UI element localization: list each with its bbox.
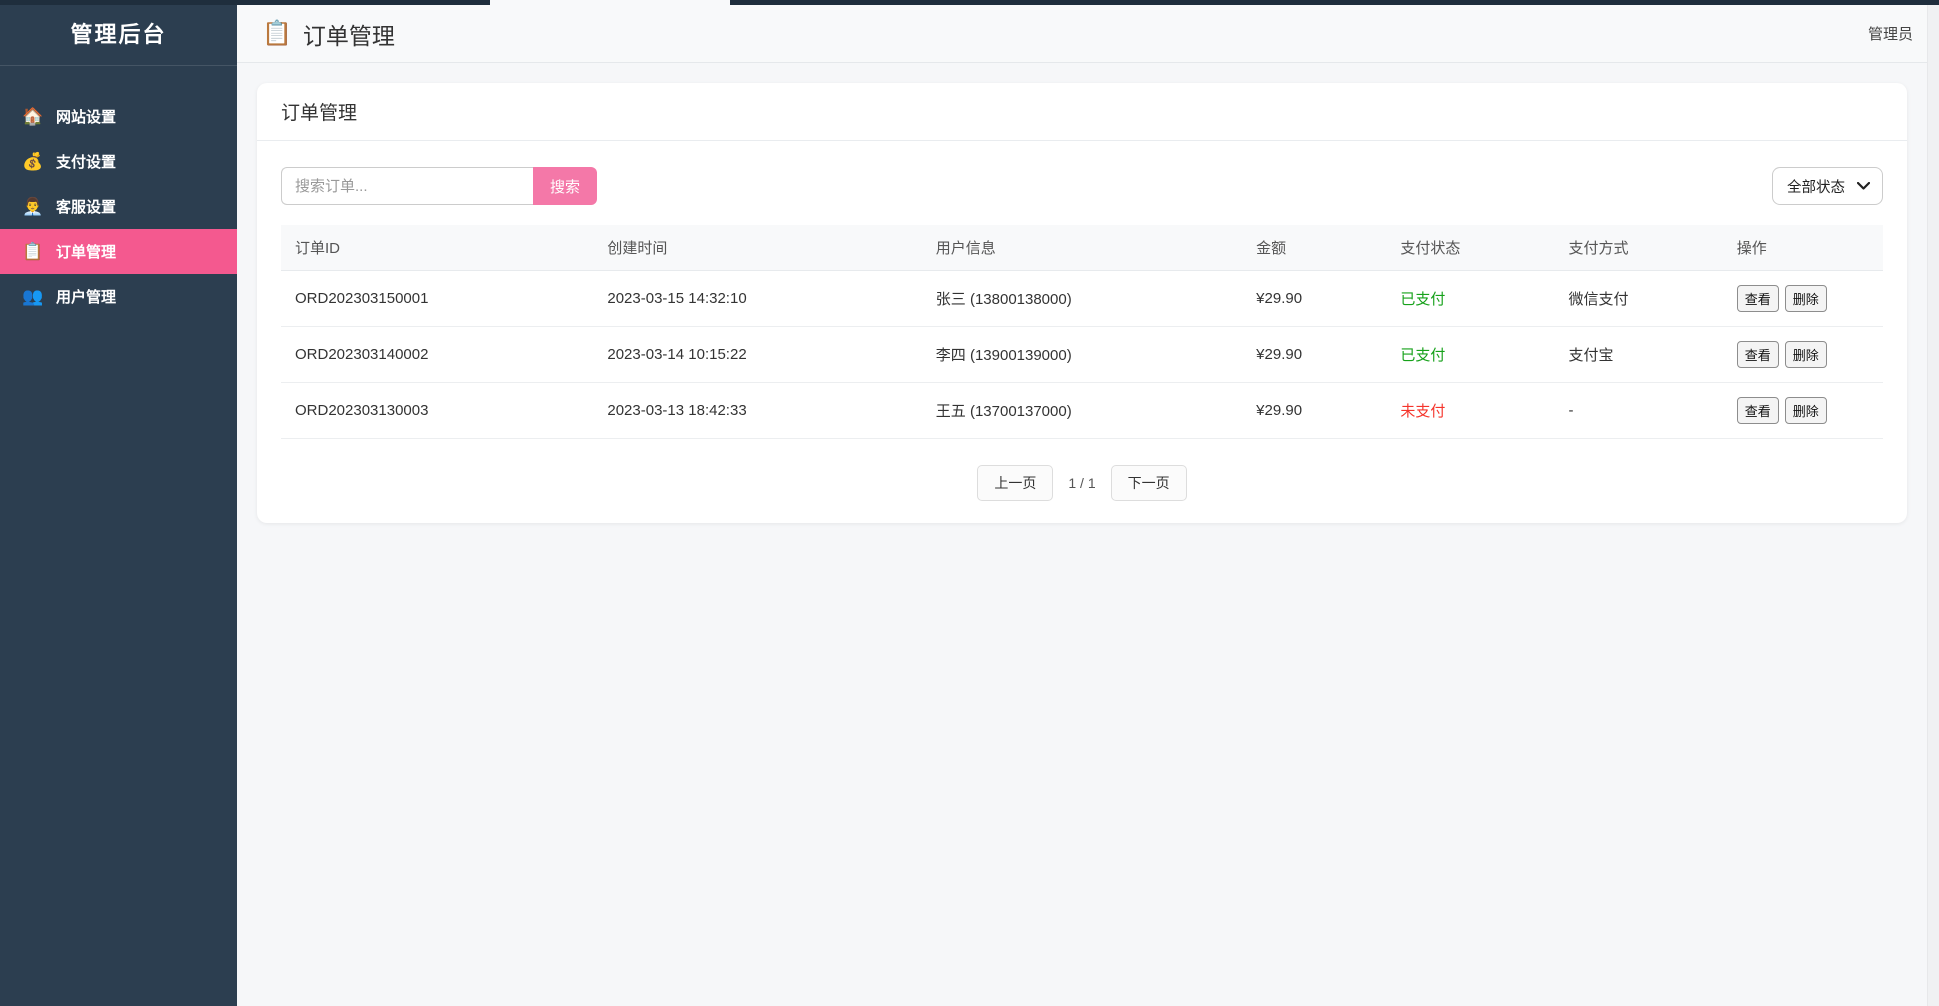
user-label[interactable]: 管理员	[1868, 23, 1913, 44]
order-id-cell: ORD202303140002	[281, 327, 593, 383]
scrollbar-track[interactable]	[1927, 5, 1939, 1006]
order-id-cell: ORD202303130003	[281, 383, 593, 439]
clipboard-icon: 📋	[22, 243, 43, 260]
view-button[interactable]: 查看	[1737, 341, 1779, 368]
column-header: 金额	[1242, 225, 1386, 271]
main-area: 📋 订单管理 管理员 订单管理 搜索 全部状态	[237, 5, 1927, 1006]
page-title-group: 📋 订单管理	[262, 17, 395, 51]
column-header: 支付方式	[1555, 225, 1723, 271]
payment-status-cell: 已支付	[1386, 271, 1554, 327]
home-icon: 🏠	[22, 108, 43, 125]
column-header: 操作	[1723, 225, 1883, 271]
created-time-cell: 2023-03-15 14:32:10	[593, 271, 921, 327]
page-title: 订单管理	[303, 17, 395, 51]
sidebar-item-label: 网站设置	[56, 106, 116, 127]
support-agent-icon: 👨‍💼	[22, 198, 43, 215]
sidebar-item-support[interactable]: 👨‍💼 客服设置	[0, 184, 237, 229]
topline-light-segment	[490, 0, 730, 5]
sidebar: 管理后台 🏠 网站设置 💰 支付设置 👨‍💼 客服设置 📋 订单管理 👥 用户管理	[0, 0, 237, 1006]
sidebar-item-label: 支付设置	[56, 151, 116, 172]
amount-cell: ¥29.90	[1242, 383, 1386, 439]
delete-button[interactable]: 删除	[1785, 285, 1827, 312]
next-page-button[interactable]: 下一页	[1111, 465, 1187, 501]
amount-cell: ¥29.90	[1242, 271, 1386, 327]
search-button[interactable]: 搜索	[533, 167, 597, 205]
user-info-cell: 李四 (13900139000)	[922, 327, 1242, 383]
money-bag-icon: 💰	[22, 153, 43, 170]
amount-cell: ¥29.90	[1242, 327, 1386, 383]
column-header: 支付状态	[1386, 225, 1554, 271]
content: 订单管理 搜索 全部状态	[237, 63, 1927, 543]
table-toolbar: 搜索 全部状态	[281, 167, 1883, 205]
payment-method-cell: -	[1555, 383, 1723, 439]
clipboard-icon: 📋	[262, 22, 292, 46]
prev-page-button[interactable]: 上一页	[977, 465, 1053, 501]
status-filter-value: 全部状态	[1787, 176, 1845, 197]
view-button[interactable]: 查看	[1737, 397, 1779, 424]
order-id-cell: ORD202303150001	[281, 271, 593, 327]
app-title: 管理后台	[0, 0, 237, 66]
view-button[interactable]: 查看	[1737, 285, 1779, 312]
delete-button[interactable]: 删除	[1785, 397, 1827, 424]
sidebar-item-site[interactable]: 🏠 网站设置	[0, 94, 237, 139]
user-info-cell: 王五 (13700137000)	[922, 383, 1242, 439]
actions-cell: 查看删除	[1723, 383, 1883, 439]
orders-table: 订单ID创建时间用户信息金额支付状态支付方式操作 ORD202303150001…	[281, 225, 1883, 439]
actions-cell: 查看删除	[1723, 271, 1883, 327]
table-body: ORD2023031500012023-03-15 14:32:10张三 (13…	[281, 271, 1883, 439]
pagination: 上一页 1 / 1 下一页	[281, 465, 1883, 501]
chevron-down-icon	[1857, 182, 1870, 190]
search-group: 搜索	[281, 167, 597, 205]
card-header: 订单管理	[257, 83, 1907, 141]
created-time-cell: 2023-03-14 10:15:22	[593, 327, 921, 383]
payment-method-cell: 支付宝	[1555, 327, 1723, 383]
order-management-card: 订单管理 搜索 全部状态	[257, 83, 1907, 523]
status-filter-select[interactable]: 全部状态	[1772, 167, 1883, 205]
window-top-edge	[0, 0, 1939, 5]
column-header: 订单ID	[281, 225, 593, 271]
table-row: ORD2023031300032023-03-13 18:42:33王五 (13…	[281, 383, 1883, 439]
sidebar-item-orders[interactable]: 📋 订单管理	[0, 229, 237, 274]
sidebar-item-payment[interactable]: 💰 支付设置	[0, 139, 237, 184]
sidebar-item-label: 订单管理	[56, 241, 116, 262]
sidebar-item-label: 用户管理	[56, 286, 116, 307]
search-input[interactable]	[281, 167, 533, 205]
payment-status-cell: 未支付	[1386, 383, 1554, 439]
table-row: ORD2023031500012023-03-15 14:32:10张三 (13…	[281, 271, 1883, 327]
user-info-cell: 张三 (13800138000)	[922, 271, 1242, 327]
card-body: 搜索 全部状态 订单ID创建时间用户信息金额支付状态支付方式操作 ORD2023	[257, 141, 1907, 523]
table-header-row: 订单ID创建时间用户信息金额支付状态支付方式操作	[281, 225, 1883, 271]
actions-cell: 查看删除	[1723, 327, 1883, 383]
sidebar-item-label: 客服设置	[56, 196, 116, 217]
created-time-cell: 2023-03-13 18:42:33	[593, 383, 921, 439]
topbar: 📋 订单管理 管理员	[237, 5, 1927, 63]
table-row: ORD2023031400022023-03-14 10:15:22李四 (13…	[281, 327, 1883, 383]
column-header: 用户信息	[922, 225, 1242, 271]
payment-status-cell: 已支付	[1386, 327, 1554, 383]
sidebar-menu: 🏠 网站设置 💰 支付设置 👨‍💼 客服设置 📋 订单管理 👥 用户管理	[0, 94, 237, 319]
delete-button[interactable]: 删除	[1785, 341, 1827, 368]
payment-method-cell: 微信支付	[1555, 271, 1723, 327]
page-info: 1 / 1	[1068, 475, 1095, 491]
users-icon: 👥	[22, 288, 43, 305]
sidebar-item-users[interactable]: 👥 用户管理	[0, 274, 237, 319]
column-header: 创建时间	[593, 225, 921, 271]
card-title: 订单管理	[281, 98, 1883, 125]
